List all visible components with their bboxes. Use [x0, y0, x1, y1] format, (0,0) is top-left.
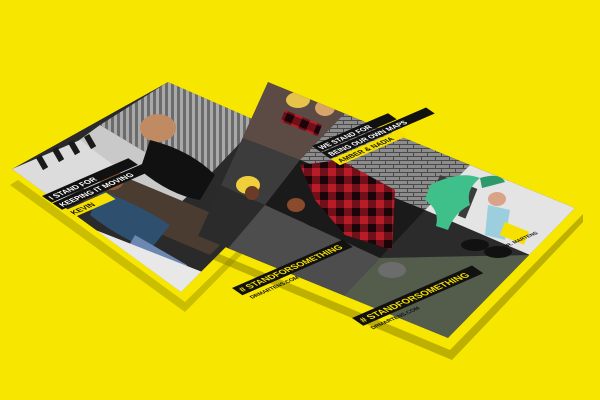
poster-mockup-illustration: I STAND FOR KEEPING IT MOVING KEVIN # ST…	[10, 82, 583, 360]
mockup-stage: I STAND FOR KEEPING IT MOVING KEVIN # ST…	[0, 0, 600, 400]
